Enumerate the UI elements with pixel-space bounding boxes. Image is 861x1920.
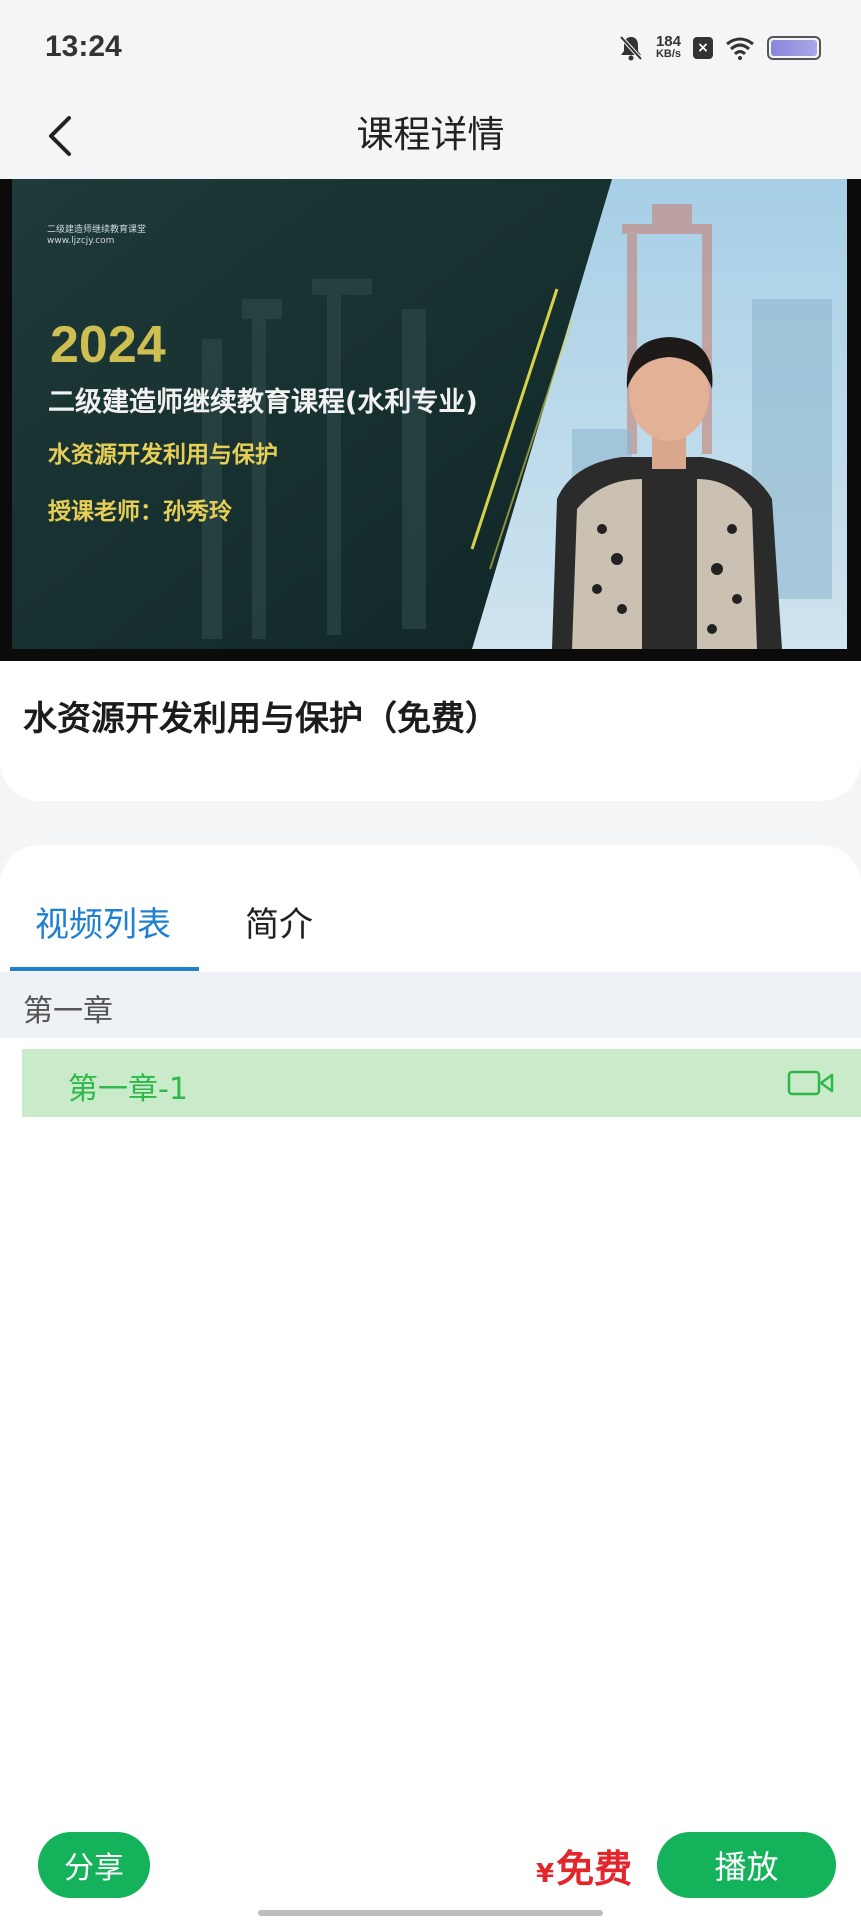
tab-video-list[interactable]: 视频列表 <box>35 897 171 946</box>
video-camera-icon <box>787 1070 834 1096</box>
price: ¥ 免费 <box>536 1838 632 1893</box>
video-player[interactable]: 二级建造师继续教育课堂 www.ljzcjy.com 2024 二级建造师继续教… <box>0 179 861 661</box>
home-indicator[interactable] <box>258 1910 603 1916</box>
video-course-series: 二级建造师继续教育课程(水利专业) <box>48 386 478 418</box>
video-watermark-line2: www.ljzcjy.com <box>47 236 114 246</box>
video-teacher: 授课老师：孙秀玲 <box>48 498 232 525</box>
wifi-icon <box>726 37 754 60</box>
notification-x-icon: × <box>693 37 713 59</box>
lesson-label: 第一章-1 <box>68 1072 188 1107</box>
price-currency: ¥ <box>536 1859 555 1889</box>
video-thumbnail: 二级建造师继续教育课堂 www.ljzcjy.com 2024 二级建造师继续教… <box>12 179 847 649</box>
status-bar: 13:24 184 KB/s × <box>0 0 861 100</box>
share-button[interactable]: 分享 <box>38 1832 150 1898</box>
course-title: 水资源开发利用与保护（免费） <box>23 699 499 739</box>
video-subject: 水资源开发利用与保护 <box>48 441 278 468</box>
video-year: 2024 <box>50 316 166 374</box>
battery-icon <box>767 36 821 60</box>
chapter-header[interactable]: 第一章 <box>0 972 861 1038</box>
status-time: 13:24 <box>45 30 122 63</box>
play-button[interactable]: 播放 <box>657 1832 836 1898</box>
chapter-title: 第一章 <box>23 994 113 1029</box>
video-watermark-line1: 二级建造师继续教育课堂 <box>47 223 146 235</box>
active-tab-indicator <box>10 967 199 971</box>
network-speed-unit: KB/s <box>655 48 681 60</box>
price-value: 免费 <box>556 1847 633 1891</box>
course-content-card: 视频列表 简介 第一章 第一章-1 <box>0 845 861 1920</box>
network-speed: 184 KB/s <box>655 33 681 61</box>
bottom-action-bar: 分享 ¥ 免费 播放 <box>0 1820 861 1920</box>
mute-bell-icon <box>619 35 643 61</box>
status-icons: 184 KB/s × <box>618 34 821 62</box>
network-speed-value: 184 <box>655 33 681 50</box>
page-title: 课程详情 <box>356 113 505 156</box>
course-info-card: 水资源开发利用与保护（免费） <box>0 661 861 801</box>
video-frame[interactable]: 二级建造师继续教育课堂 www.ljzcjy.com 2024 二级建造师继续教… <box>12 179 847 649</box>
lesson-row[interactable]: 第一章-1 <box>22 1049 861 1117</box>
tab-intro[interactable]: 简介 <box>245 897 313 946</box>
